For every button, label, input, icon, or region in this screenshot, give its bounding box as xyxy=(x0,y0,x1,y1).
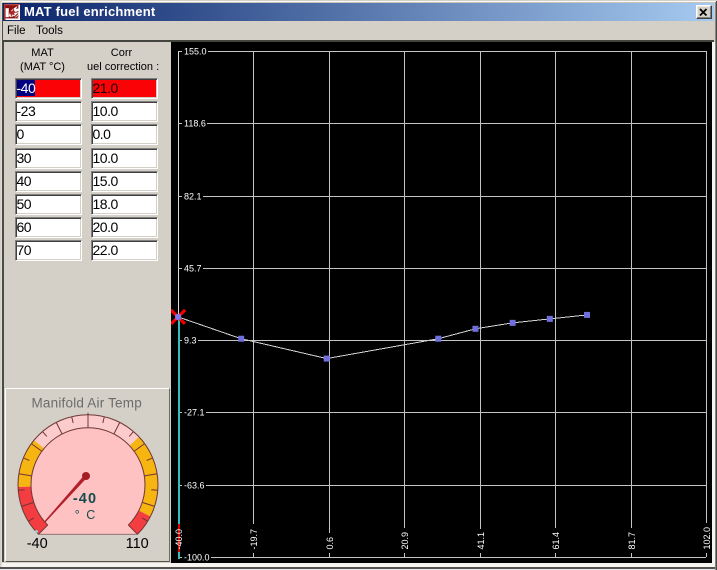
svg-text:-40: -40 xyxy=(73,491,97,507)
svg-text:-100.0: -100.0 xyxy=(184,553,210,563)
svg-text:41.1: 41.1 xyxy=(476,532,486,550)
svg-text:-40.0: -40.0 xyxy=(174,529,184,550)
svg-text:61.4: 61.4 xyxy=(551,532,561,550)
svg-text:81.7: 81.7 xyxy=(627,532,637,550)
svg-text:-40: -40 xyxy=(27,536,48,552)
svg-text:Manifold Air Temp: Manifold Air Temp xyxy=(31,396,141,411)
svg-text:-63.6: -63.6 xyxy=(184,481,205,491)
svg-text:-27.1: -27.1 xyxy=(184,408,205,418)
svg-text:° C: ° C xyxy=(75,508,97,522)
svg-text:20.9: 20.9 xyxy=(400,532,410,550)
svg-text:45.7: 45.7 xyxy=(184,264,202,274)
svg-text:82.1: 82.1 xyxy=(184,192,202,202)
svg-text:102.0: 102.0 xyxy=(702,527,712,550)
svg-text:0.6: 0.6 xyxy=(325,537,335,550)
svg-text:110: 110 xyxy=(126,536,149,552)
svg-text:118.6: 118.6 xyxy=(184,119,206,129)
svg-text:9.3: 9.3 xyxy=(184,336,197,346)
svg-text:155.0: 155.0 xyxy=(184,47,207,57)
svg-text:-19.7: -19.7 xyxy=(249,529,259,550)
